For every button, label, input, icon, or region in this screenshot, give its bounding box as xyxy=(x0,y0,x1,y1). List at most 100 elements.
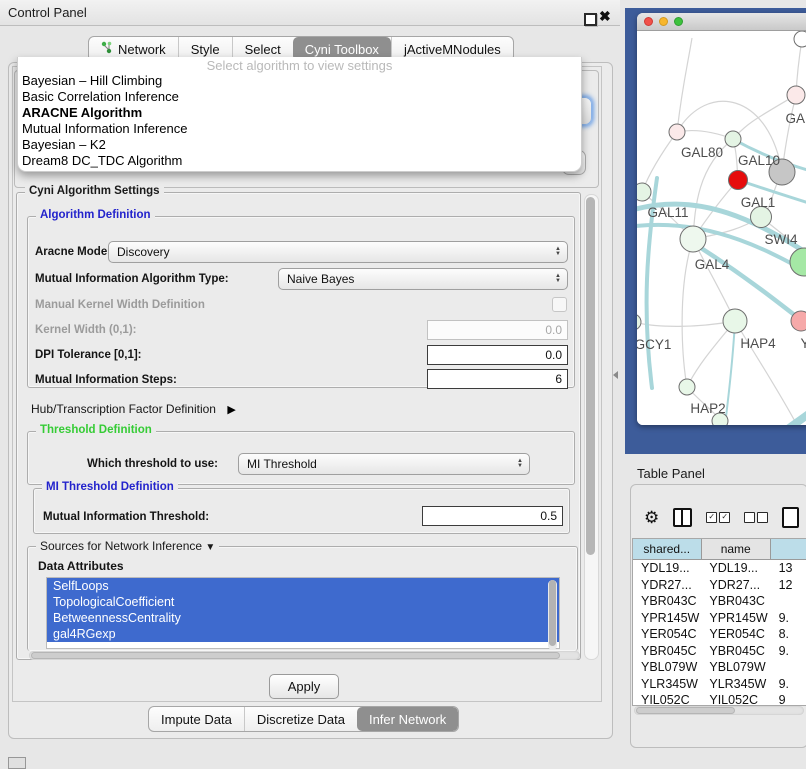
network-node-labels: GAL80 GAL10 GAL1 GAL11 SWI4 GAL4 GCY1 HA… xyxy=(637,111,806,416)
manual-kernel-width-checkbox[interactable] xyxy=(552,297,567,312)
dropdown-item[interactable]: Basic Correlation Inference xyxy=(18,89,581,105)
network-node-selected[interactable] xyxy=(729,171,748,190)
which-threshold-label: Which threshold to use: xyxy=(87,458,218,470)
deselect-all-icon[interactable] xyxy=(744,512,768,523)
dropdown-item[interactable]: Bayesian – K2 xyxy=(18,137,581,153)
data-attributes-label: Data Attributes xyxy=(38,559,124,573)
minimize-traffic-light[interactable] xyxy=(659,17,668,26)
gear-icon[interactable]: ⚙ xyxy=(644,509,659,526)
dpi-tolerance-field[interactable]: 0.0 xyxy=(427,345,568,365)
horizontal-scrollbar[interactable] xyxy=(29,651,580,660)
network-node[interactable] xyxy=(723,309,747,333)
table-horizontal-scrollbar-thumb[interactable] xyxy=(636,707,735,714)
network-node[interactable] xyxy=(725,131,741,147)
combo-arrows-icon: ▲▼ xyxy=(555,247,561,257)
dpi-tolerance-label: DPI Tolerance [0,1]: xyxy=(35,349,142,361)
network-node[interactable] xyxy=(791,311,806,331)
network-node[interactable] xyxy=(637,314,641,330)
sources-group: Sources for Network Inference ▼ Data Att… xyxy=(27,546,578,651)
collapse-down-icon: ▼ xyxy=(205,542,215,553)
data-attributes-list[interactable]: SelfLoops TopologicalCoefficient Between… xyxy=(46,577,560,649)
expander-right-icon: ▶ xyxy=(227,404,235,416)
hub-definition-label: Hub/Transcription Factor Definition xyxy=(31,402,216,416)
which-threshold-combo[interactable]: MI Threshold ▲▼ xyxy=(238,453,530,475)
network-node[interactable] xyxy=(794,31,806,47)
table-row[interactable]: YIL052CYIL052C9 xyxy=(633,692,806,706)
aracne-mode-value: Discovery xyxy=(117,245,170,259)
network-window: GAL80 GAL10 GAL1 GAL11 SWI4 GAL4 GCY1 HA… xyxy=(637,13,806,425)
table-row[interactable]: YER054CYER054C8. xyxy=(633,626,806,643)
control-panel-titlebar xyxy=(0,0,620,26)
tab-infer-network[interactable]: Infer Network xyxy=(357,707,458,731)
aracne-mode-combo[interactable]: Discovery ▲▼ xyxy=(108,241,568,263)
network-node-label: GAL80 xyxy=(681,145,723,160)
list-item[interactable]: BetweennessCentrality xyxy=(47,610,559,626)
network-node[interactable] xyxy=(787,86,805,104)
node-table[interactable]: shared... name YDL19...YDL19...13 YDR27.… xyxy=(632,538,806,706)
tab-impute-data[interactable]: Impute Data xyxy=(149,707,244,731)
column-header-shared-name[interactable]: shared... xyxy=(633,539,702,560)
mi-algorithm-type-combo[interactable]: Naive Bayes ▲▼ xyxy=(278,268,568,290)
table-row[interactable]: YBR045CYBR045C9. xyxy=(633,643,806,660)
dropdown-placeholder: Select algorithm to view settings xyxy=(18,57,581,73)
network-window-titlebar[interactable] xyxy=(637,13,806,31)
list-item[interactable]: SelfLoops xyxy=(47,578,559,594)
table-horizontal-scrollbar[interactable] xyxy=(634,706,804,715)
settings-scrollbar[interactable] xyxy=(584,194,599,660)
table-row[interactable]: YBL079WYBL079W xyxy=(633,659,806,676)
list-scrollbar[interactable] xyxy=(548,580,557,650)
column-header-name[interactable]: name xyxy=(702,539,771,560)
table-row[interactable]: YPR145WYPR145W9. xyxy=(633,610,806,627)
select-all-icon[interactable]: ✓✓ xyxy=(706,512,730,523)
network-node-label: GCY1 xyxy=(637,337,671,352)
combo-arrows-icon: ▲▼ xyxy=(555,274,561,284)
list-item[interactable]: TopologicalCoefficient xyxy=(47,594,559,610)
dropdown-item[interactable]: Mutual Information Inference xyxy=(18,121,581,137)
tab-discretize-data[interactable]: Discretize Data xyxy=(244,707,357,731)
table-row[interactable]: YBR043CYBR043C xyxy=(633,593,806,610)
control-panel-title: Control Panel xyxy=(8,5,87,20)
apply-button[interactable]: Apply xyxy=(269,674,339,699)
table-row[interactable]: YDR27...YDR27...12 xyxy=(633,577,806,594)
zoom-traffic-light[interactable] xyxy=(674,17,683,26)
sources-group-title[interactable]: Sources for Network Inference ▼ xyxy=(36,539,219,553)
list-scrollbar-thumb[interactable] xyxy=(549,580,556,646)
network-node[interactable] xyxy=(790,248,806,276)
close-traffic-light[interactable] xyxy=(644,17,653,26)
dropdown-item-selected[interactable]: ARACNE Algorithm xyxy=(18,105,581,121)
network-node[interactable] xyxy=(637,183,651,201)
list-item[interactable]: gal4RGexp xyxy=(47,626,559,642)
close-icon[interactable]: ✖ xyxy=(599,8,611,25)
network-node-label: Y xyxy=(800,336,806,351)
float-window-icon[interactable] xyxy=(584,13,597,26)
network-node-label: GAL xyxy=(785,111,806,126)
dropdown-item[interactable]: Dream8 DC_TDC Algorithm xyxy=(18,153,581,169)
bottom-tabbar: Impute Data Discretize Data Infer Networ… xyxy=(148,706,459,732)
splitter-collapse-icon[interactable] xyxy=(613,371,618,379)
table-row[interactable]: YLR345WYLR345W9. xyxy=(633,676,806,693)
network-node-label: GAL1 xyxy=(741,195,776,210)
network-node[interactable] xyxy=(679,379,695,395)
algorithm-definition-group: Algorithm Definition Aracne Mode: Discov… xyxy=(27,216,575,388)
document-icon[interactable] xyxy=(782,507,799,528)
network-node[interactable] xyxy=(669,124,685,140)
mi-algorithm-type-value: Naive Bayes xyxy=(287,272,354,286)
table-row[interactable]: YDL19...YDL19...13 xyxy=(633,560,806,577)
combo-arrows-icon: ▲▼ xyxy=(517,459,523,469)
network-node-label: GAL11 xyxy=(647,205,688,220)
mi-threshold-field[interactable]: 0.5 xyxy=(422,506,563,526)
aracne-mode-label: Aracne Mode: xyxy=(35,246,111,258)
settings-scrollbar-thumb[interactable] xyxy=(586,197,595,555)
network-node[interactable] xyxy=(680,226,706,252)
network-view[interactable]: GAL80 GAL10 GAL1 GAL11 SWI4 GAL4 GCY1 HA… xyxy=(637,31,806,425)
mi-steps-field[interactable]: 6 xyxy=(427,369,568,389)
hub-definition-expander[interactable]: Hub/Transcription Factor Definition ▶ xyxy=(31,402,236,416)
panel-dock-button[interactable] xyxy=(8,757,26,769)
network-node-label: HAP4 xyxy=(740,336,776,351)
column-header-partial[interactable] xyxy=(771,539,806,560)
kernel-width-field[interactable]: 0.0 xyxy=(427,320,568,340)
horizontal-scrollbar-thumb[interactable] xyxy=(31,652,560,659)
dropdown-item[interactable]: Bayesian – Hill Climbing xyxy=(18,73,581,89)
network-nodes[interactable] xyxy=(637,31,806,425)
columns-icon[interactable] xyxy=(673,508,692,527)
